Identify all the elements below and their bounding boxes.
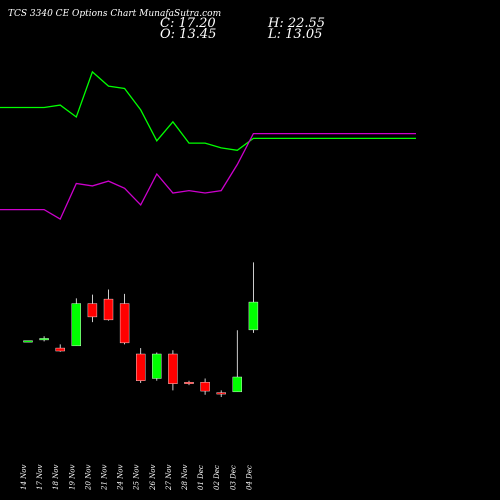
x-tick-label: 24 Nov <box>117 465 125 491</box>
candle-01-dec <box>200 378 210 395</box>
candle-body <box>23 340 33 343</box>
candle-body <box>55 347 65 352</box>
candle-02-dec <box>216 390 226 398</box>
chart-root: TCS 3340 CE Options Chart MunafaSutra.co… <box>0 0 500 500</box>
candle-26-nov <box>152 352 162 381</box>
indicator-line-1 <box>0 70 416 151</box>
candle-19-nov <box>71 298 82 347</box>
x-tick-label: 20 Nov <box>84 465 92 491</box>
x-tick-label: 03 Dec <box>229 465 237 490</box>
candle-body <box>103 298 114 321</box>
candle-body <box>135 353 146 381</box>
x-tick-label: 26 Nov <box>149 465 157 491</box>
x-tick-label: 21 Nov <box>101 465 109 491</box>
indicator-lines <box>0 70 416 221</box>
candle-27-nov <box>168 350 178 391</box>
x-tick-label: 04 Dec <box>245 465 253 490</box>
candle-body <box>216 392 226 395</box>
candle-28-nov <box>184 380 194 386</box>
candle-25-nov <box>135 348 146 383</box>
x-tick-label: 28 Nov <box>181 465 189 491</box>
x-tick-label: 27 Nov <box>165 465 173 491</box>
candle-17-nov <box>39 336 49 342</box>
x-axis-ticks: 14 Nov 17 Nov 18 Nov 19 Nov 20 Nov 21 Nov 24 N… <box>20 465 253 491</box>
x-tick-label: 02 Dec <box>213 465 221 490</box>
x-tick-label: 19 Nov <box>68 465 76 490</box>
open-label: O: 13.45 <box>160 27 216 42</box>
x-tick-label: 25 Nov <box>133 465 141 491</box>
candle-14-nov <box>23 340 33 343</box>
candle-20-nov <box>87 294 98 323</box>
indicator-line-2 <box>0 132 416 221</box>
candles <box>23 262 259 398</box>
candle-03-dec <box>232 330 243 393</box>
candlestick-chart: TCS 3340 CE Options Chart MunafaSutra.co… <box>0 9 416 491</box>
candle-body <box>168 353 178 384</box>
candle-body <box>248 301 259 331</box>
low-label: L: 13.05 <box>267 27 322 42</box>
candle-body <box>232 376 243 393</box>
candle-body <box>39 338 49 341</box>
candle-18-nov <box>55 344 65 352</box>
candle-04-dec <box>248 262 259 333</box>
candle-body <box>71 303 82 347</box>
candle-body <box>184 381 194 384</box>
x-tick-label: 01 Dec <box>197 465 205 490</box>
x-tick-label: 17 Nov <box>36 465 44 490</box>
candle-body <box>152 353 162 379</box>
candle-body <box>119 303 130 344</box>
candle-body <box>87 303 98 318</box>
x-tick-label: 18 Nov <box>52 465 60 490</box>
candle-body <box>200 381 210 392</box>
candle-21-nov <box>103 289 114 321</box>
x-tick-label: 14 Nov <box>20 465 28 490</box>
candle-24-nov <box>119 293 130 345</box>
